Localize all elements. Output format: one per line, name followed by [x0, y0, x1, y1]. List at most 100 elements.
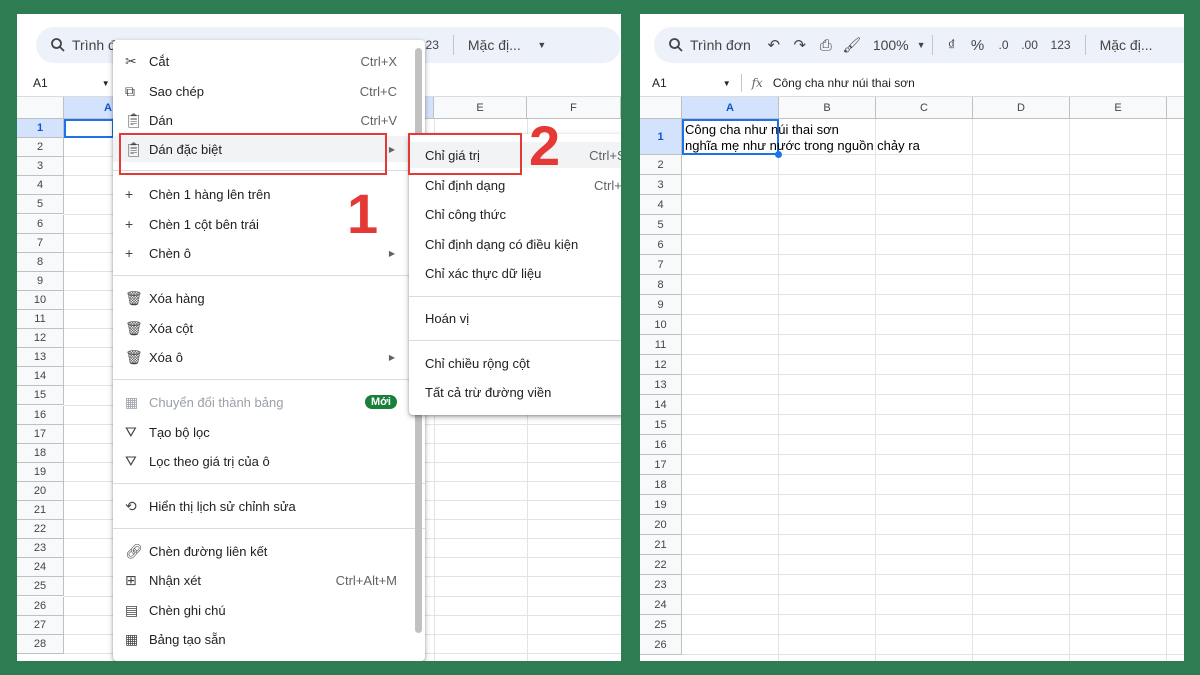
- corner-header[interactable]: [17, 97, 64, 119]
- menu-item-insert-link[interactable]: 🔗︎ Chèn đường liên kết: [113, 538, 425, 564]
- menu-item-convert-to-table[interactable]: ▦ Chuyển đổi thành bảng Mới: [113, 389, 425, 415]
- column-header-e[interactable]: E: [434, 97, 527, 119]
- font-select[interactable]: Mặc đị...: [468, 37, 521, 53]
- menu-item-cut[interactable]: ✂ Cắt Ctrl+X: [113, 48, 425, 74]
- menu-item-delete-cells[interactable]: 🗑︎ Xóa ô ▶: [113, 344, 425, 370]
- submenu-item-validation-only[interactable]: Chỉ xác thực dữ liệu: [409, 260, 621, 286]
- row-header[interactable]: 20: [640, 515, 682, 535]
- percent-format-button[interactable]: %: [965, 37, 991, 54]
- menu-item-delete-row[interactable]: 🗑︎ Xóa hàng: [113, 285, 425, 311]
- menu-item-smart-table[interactable]: ▦ Bảng tạo sẵn: [113, 626, 425, 652]
- print-icon[interactable]: ⎙: [813, 37, 839, 54]
- row-header[interactable]: 14: [640, 395, 682, 415]
- row-header[interactable]: 17: [17, 424, 64, 444]
- menu-search[interactable]: Trình đơn: [668, 37, 751, 53]
- font-select[interactable]: Mặc đị...: [1100, 37, 1153, 53]
- row-header[interactable]: 7: [17, 233, 64, 253]
- menu-search[interactable]: Trình đ: [50, 37, 116, 53]
- column-header-b[interactable]: B: [779, 97, 876, 119]
- column-header-d[interactable]: D: [973, 97, 1070, 119]
- row-header[interactable]: 14: [17, 367, 64, 387]
- submenu-item-formula-only[interactable]: Chỉ công thức: [409, 201, 621, 227]
- row-header[interactable]: 13: [17, 348, 64, 368]
- row-header[interactable]: 21: [640, 535, 682, 555]
- row-header[interactable]: 5: [640, 215, 682, 235]
- name-box[interactable]: A1 ▼ fx Công cha như núi thai sơn: [652, 70, 915, 96]
- row-header[interactable]: 4: [640, 195, 682, 215]
- row-header[interactable]: 11: [17, 310, 64, 330]
- row-header[interactable]: 15: [17, 386, 64, 406]
- row-header[interactable]: 18: [640, 475, 682, 495]
- row-header[interactable]: 1: [17, 119, 64, 139]
- row-header[interactable]: 12: [17, 329, 64, 349]
- row-header[interactable]: 19: [17, 462, 64, 482]
- column-header-e[interactable]: E: [1070, 97, 1167, 119]
- menu-item-delete-column[interactable]: 🗑︎ Xóa cột: [113, 315, 425, 341]
- menu-item-comment[interactable]: ⊞ Nhận xét Ctrl+Alt+M: [113, 567, 425, 593]
- menu-item-copy[interactable]: ⧉ Sao chép Ctrl+C: [113, 78, 425, 104]
- row-header[interactable]: 25: [640, 615, 682, 635]
- row-header[interactable]: 16: [17, 405, 64, 425]
- submenu-item-column-width-only[interactable]: Chỉ chiều rộng cột: [409, 350, 621, 376]
- row-header[interactable]: 9: [640, 295, 682, 315]
- formula-bar-input[interactable]: Công cha như núi thai sơn: [773, 76, 915, 90]
- row-header[interactable]: 26: [640, 635, 682, 655]
- row-header[interactable]: 23: [640, 575, 682, 595]
- row-header[interactable]: 6: [640, 235, 682, 255]
- row-header[interactable]: 20: [17, 481, 64, 501]
- row-header[interactable]: 6: [17, 214, 64, 234]
- currency-format-button[interactable]: ₫: [939, 37, 965, 54]
- menu-item-insert-row[interactable]: + Chèn 1 hàng lên trên: [113, 181, 425, 207]
- chevron-down-icon[interactable]: ▼: [529, 40, 555, 50]
- name-box[interactable]: A1 ▼: [33, 70, 110, 96]
- row-header[interactable]: 27: [17, 615, 64, 635]
- corner-header[interactable]: [640, 97, 682, 119]
- increase-decimal-button[interactable]: .00: [1017, 38, 1043, 52]
- menu-item-insert-note[interactable]: ▤ Chèn ghi chú: [113, 597, 425, 623]
- menu-item-paste[interactable]: 📋︎ Dán Ctrl+V: [113, 107, 425, 133]
- row-header[interactable]: 1: [640, 119, 682, 155]
- row-header[interactable]: 18: [17, 443, 64, 463]
- row-header[interactable]: 22: [17, 520, 64, 540]
- decrease-decimal-button[interactable]: .0: [991, 38, 1017, 52]
- row-header[interactable]: 25: [17, 577, 64, 597]
- row-header[interactable]: 21: [17, 501, 64, 521]
- menu-item-filter-by-value[interactable]: ⛛ Lọc theo giá trị của ô: [113, 448, 425, 474]
- row-header[interactable]: 19: [640, 495, 682, 515]
- row-header[interactable]: 22: [640, 555, 682, 575]
- column-header-partial[interactable]: [1167, 97, 1184, 119]
- row-header[interactable]: 16: [640, 435, 682, 455]
- column-header-a[interactable]: A: [682, 97, 779, 119]
- row-header[interactable]: 10: [640, 315, 682, 335]
- redo-icon[interactable]: ↷: [787, 36, 813, 54]
- menu-item-create-filter[interactable]: ⛛ Tạo bộ lọc: [113, 419, 425, 445]
- menu-item-insert-cells[interactable]: + Chèn ô ▶: [113, 240, 425, 266]
- submenu-item-format-only[interactable]: Chỉ định dạng Ctrl+Alt: [409, 172, 621, 198]
- row-header[interactable]: 8: [640, 275, 682, 295]
- row-header[interactable]: 15: [640, 415, 682, 435]
- row-header[interactable]: 5: [17, 195, 64, 215]
- menu-item-insert-column[interactable]: + Chèn 1 cột bên trái: [113, 211, 425, 237]
- row-header[interactable]: 26: [17, 596, 64, 616]
- submenu-item-transpose[interactable]: Hoán vị: [409, 305, 621, 331]
- row-header[interactable]: 23: [17, 539, 64, 559]
- zoom-select[interactable]: 100%: [873, 37, 909, 53]
- submenu-item-conditional-format-only[interactable]: Chỉ định dạng có điều kiện: [409, 231, 621, 257]
- row-header[interactable]: 13: [640, 375, 682, 395]
- column-header-c[interactable]: C: [876, 97, 973, 119]
- row-header[interactable]: 8: [17, 252, 64, 272]
- sheet-grid[interactable]: ABCDE 1 2 3 4 5 6 7 8 9 10 11 12 13 14 15 16 17 18 19 20 21 2…: [640, 96, 1184, 661]
- row-header[interactable]: 9: [17, 271, 64, 291]
- undo-icon[interactable]: ↶: [761, 36, 787, 54]
- row-header[interactable]: 2: [640, 155, 682, 175]
- number-format-button[interactable]: 123: [1051, 38, 1071, 52]
- row-header[interactable]: 28: [17, 634, 64, 654]
- row-header[interactable]: 3: [640, 175, 682, 195]
- submenu-item-all-except-borders[interactable]: Tất cả trừ đường viền: [409, 379, 621, 405]
- paint-format-icon[interactable]: 🖌︎: [839, 36, 865, 54]
- menu-item-edit-history[interactable]: ⟲ Hiển thị lịch sử chỉnh sửa: [113, 493, 425, 519]
- row-header[interactable]: 17: [640, 455, 682, 475]
- row-header[interactable]: 10: [17, 290, 64, 310]
- row-header[interactable]: 24: [640, 595, 682, 615]
- chevron-down-icon[interactable]: ▼: [917, 40, 926, 50]
